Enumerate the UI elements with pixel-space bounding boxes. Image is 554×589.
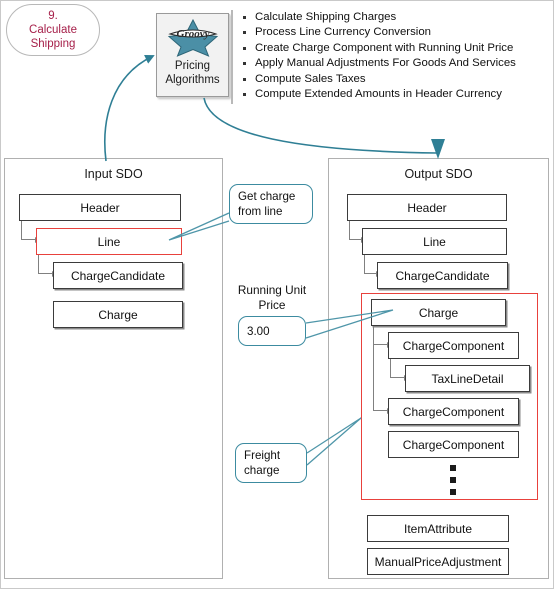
output-sdo-title: Output SDO bbox=[404, 167, 473, 181]
input-node-chargecandidate-label: ChargeCandidate bbox=[70, 268, 166, 283]
input-node-charge-label: Charge bbox=[98, 307, 138, 322]
input-sdo-title: Input SDO bbox=[84, 167, 143, 181]
algorithm-steps-list: Calculate Shipping Charges Process Line … bbox=[231, 10, 551, 104]
callout-get-charge-from-line: Get charge from line bbox=[229, 184, 313, 224]
output-node-chargecomponent-1-label: ChargeComponent bbox=[402, 338, 505, 353]
list-item: Apply Manual Adjustments For Goods And S… bbox=[239, 56, 551, 71]
list-item: Compute Sales Taxes bbox=[239, 72, 551, 87]
callout-freight-line2: charge bbox=[244, 464, 280, 477]
pricing-algorithms-label: Pricing Algorithms bbox=[165, 60, 219, 87]
output-node-chargecandidate-label: ChargeCandidate bbox=[395, 268, 490, 283]
output-node-header-label: Header bbox=[407, 200, 447, 215]
step-title-line1: Calculate bbox=[29, 24, 77, 36]
output-node-chargecomponent-3: ChargeComponent bbox=[388, 431, 519, 458]
output-sdo-panel: Output SDO Header Line ChargeCandidate C… bbox=[328, 158, 549, 579]
ellipsis-square bbox=[450, 489, 456, 495]
running-unit-price-label-line1: Running Unit bbox=[237, 283, 307, 297]
ellipsis-square bbox=[450, 477, 456, 483]
output-node-charge-label: Charge bbox=[418, 305, 459, 320]
output-node-header: Header bbox=[347, 194, 507, 221]
callout-freight-line1: Freight bbox=[244, 449, 281, 462]
step-badge: 9. Calculate Shipping bbox=[6, 4, 100, 56]
output-node-charge: Charge bbox=[371, 299, 506, 326]
callout-running-unit-price-value: 3.00 bbox=[238, 316, 306, 346]
pricing-algorithms-label-line2: Algorithms bbox=[165, 73, 220, 86]
output-node-itemattribute-label: ItemAttribute bbox=[403, 521, 473, 536]
input-sdo-panel: Input SDO Header Line ChargeCandidate Ch… bbox=[4, 158, 223, 579]
running-unit-price-label: Running Unit Price bbox=[226, 283, 318, 312]
arrowhead-pricing-to-output bbox=[431, 139, 445, 159]
input-node-charge: Charge bbox=[53, 301, 183, 328]
diagram-canvas: 9. Calculate Shipping Groovy Pricing Alg… bbox=[0, 0, 554, 589]
output-node-chargecomponent-3-label: ChargeComponent bbox=[402, 437, 505, 452]
svg-text:Groovy: Groovy bbox=[176, 28, 209, 40]
groovy-star-icon: Groovy bbox=[167, 18, 218, 57]
input-node-line: Line bbox=[36, 228, 182, 255]
output-node-taxlinedetail-label: TaxLineDetail bbox=[431, 371, 504, 386]
list-item: Process Line Currency Conversion bbox=[239, 25, 551, 40]
step-number: 9. bbox=[48, 10, 58, 22]
input-node-chargecandidate: ChargeCandidate bbox=[53, 262, 183, 289]
pricing-algorithms-box: Groovy Pricing Algorithms bbox=[156, 13, 229, 97]
output-node-manualpriceadjustment: ManualPriceAdjustment bbox=[367, 548, 509, 575]
callout-freight-charge: Freight charge bbox=[235, 443, 307, 483]
list-item: Compute Extended Amounts in Header Curre… bbox=[239, 87, 551, 102]
output-node-line: Line bbox=[362, 228, 507, 255]
output-node-manualpriceadjustment-label: ManualPriceAdjustment bbox=[374, 554, 502, 569]
output-node-chargecomponent-2: ChargeComponent bbox=[388, 398, 519, 425]
list-item: Create Charge Component with Running Uni… bbox=[239, 41, 551, 56]
output-node-chargecomponent-2-label: ChargeComponent bbox=[402, 404, 505, 419]
callout-get-charge-line1: Get charge bbox=[238, 190, 296, 203]
step-title-line2: Shipping bbox=[30, 38, 76, 50]
input-node-header-label: Header bbox=[80, 200, 120, 215]
arrow-pricing-to-output bbox=[203, 97, 438, 154]
output-node-itemattribute: ItemAttribute bbox=[367, 515, 509, 542]
ellipsis-square bbox=[450, 465, 456, 471]
list-item: Calculate Shipping Charges bbox=[239, 10, 551, 25]
output-node-chargecomponent-1: ChargeComponent bbox=[388, 332, 519, 359]
output-node-chargecandidate: ChargeCandidate bbox=[377, 262, 508, 289]
running-unit-price-label-line2: Price bbox=[258, 297, 286, 312]
input-node-header: Header bbox=[19, 194, 181, 221]
callout-get-charge-line2: from line bbox=[238, 205, 283, 218]
pricing-algorithms-label-line1: Pricing bbox=[174, 60, 211, 72]
output-node-taxlinedetail: TaxLineDetail bbox=[405, 365, 530, 392]
output-node-line-label: Line bbox=[423, 234, 446, 249]
input-node-line-label: Line bbox=[97, 234, 121, 249]
running-unit-price-value: 3.00 bbox=[247, 324, 270, 338]
arrow-input-to-pricing bbox=[104, 54, 155, 162]
